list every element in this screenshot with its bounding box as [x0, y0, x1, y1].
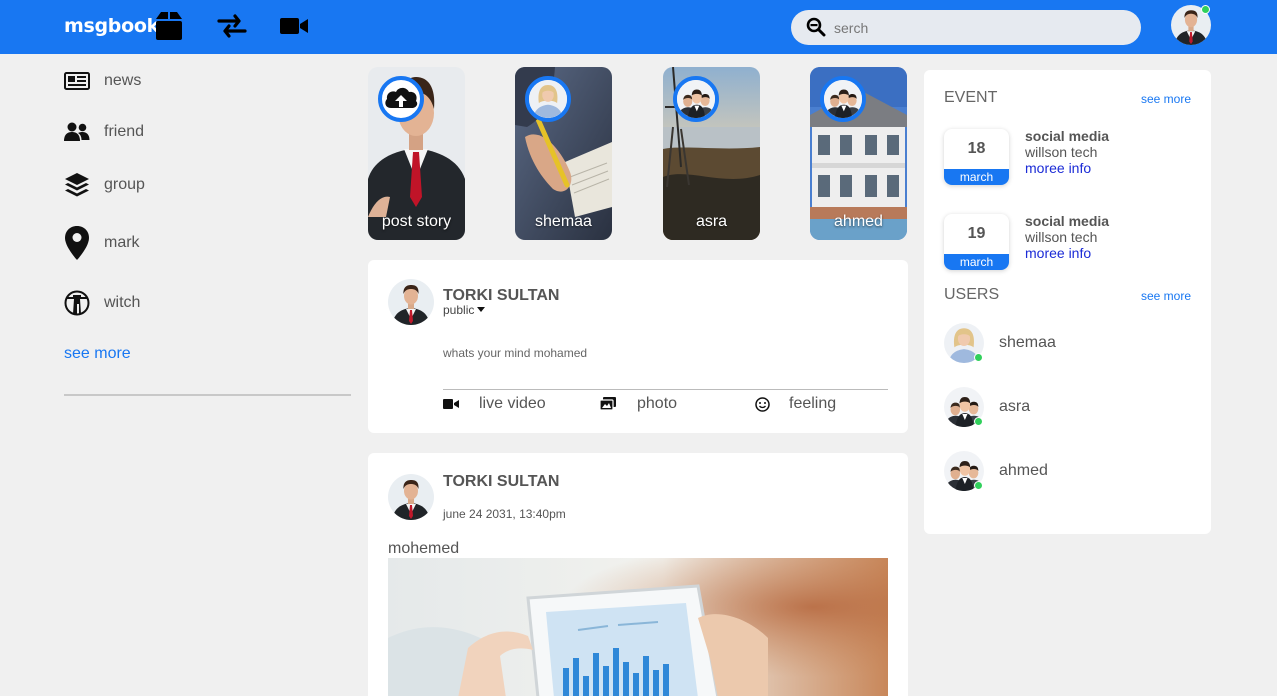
- user-name: ahmed: [999, 462, 1048, 479]
- story-label: shemaa: [535, 213, 592, 230]
- sidebar-item-news[interactable]: news: [64, 66, 141, 96]
- event-month: march: [944, 254, 1009, 270]
- story-label: asra: [695, 213, 728, 230]
- photo-button[interactable]: photo: [600, 393, 677, 415]
- event-date: 18 march: [944, 129, 1009, 185]
- post-image[interactable]: [388, 558, 888, 696]
- user-name: asra: [999, 398, 1031, 415]
- caret-down-icon: [477, 307, 486, 312]
- author-avatar[interactable]: [388, 279, 434, 325]
- sidebar-item-friend[interactable]: friend: [64, 117, 144, 147]
- event-day: 18: [967, 140, 986, 157]
- action-label: feeling: [789, 395, 837, 412]
- composer-input[interactable]: whats your mind mohamed: [443, 346, 587, 360]
- photos-icon: [600, 397, 616, 411]
- smile-icon: [755, 396, 770, 412]
- post-text: mohemed: [388, 540, 460, 557]
- action-label: live video: [479, 395, 546, 412]
- newspaper-icon: [64, 68, 90, 94]
- event-month: march: [944, 169, 1009, 185]
- swap-arrows-icon[interactable]: [217, 11, 247, 41]
- events-see-more-link[interactable]: see more: [1141, 92, 1191, 106]
- story-avatar-ring: [378, 76, 424, 122]
- event-organizer: willson tech: [1025, 229, 1098, 245]
- events-heading: EVENT: [944, 89, 998, 106]
- story-card-asra[interactable]: asra: [663, 67, 760, 240]
- audience-label: public: [443, 303, 475, 317]
- sidebar-item-label: news: [104, 72, 142, 89]
- user-item-ahmed[interactable]: ahmed: [944, 451, 1184, 491]
- user-name: shemaa: [999, 334, 1056, 351]
- post-timestamp: june 24 2031, 13:40pm: [443, 507, 566, 521]
- event-more-info-link[interactable]: moree info: [1025, 160, 1091, 176]
- lighthouse-icon: [64, 290, 90, 316]
- story-card-shemaa[interactable]: shemaa: [515, 67, 612, 240]
- post-composer-card: TORKI SULTAN public whats your mind moha…: [368, 260, 908, 433]
- online-indicator: [974, 481, 983, 490]
- user-item-asra[interactable]: asra: [944, 387, 1184, 427]
- online-indicator: [974, 353, 983, 362]
- online-indicator: [974, 417, 983, 426]
- story-avatar-ring: [820, 76, 866, 122]
- story-card-post-story[interactable]: post story: [368, 67, 465, 240]
- action-label: photo: [637, 395, 678, 412]
- online-indicator: [1201, 5, 1210, 14]
- event-date: 19 march: [944, 214, 1009, 270]
- top-navbar: msgbook: [0, 0, 1277, 54]
- story-card-ahmed[interactable]: ahmed: [810, 67, 907, 240]
- user-avatar: [824, 80, 862, 118]
- search-bar[interactable]: [791, 10, 1141, 45]
- user-avatar: [529, 80, 567, 118]
- sidebar-see-more-link[interactable]: see more: [64, 345, 131, 363]
- users-heading: USERS: [944, 286, 1000, 303]
- author-avatar[interactable]: [388, 474, 434, 520]
- author-name[interactable]: TORKI SULTAN: [443, 473, 559, 491]
- video-camera-icon[interactable]: [279, 11, 309, 41]
- users-see-more-link[interactable]: see more: [1141, 289, 1191, 303]
- story-avatar-ring: [525, 76, 571, 122]
- composer-divider: [443, 389, 888, 390]
- search-input[interactable]: [834, 18, 1124, 38]
- event-more-info-link[interactable]: moree info: [1025, 245, 1091, 261]
- search-icon[interactable]: [806, 17, 826, 37]
- cloud-upload-icon: [385, 87, 418, 108]
- audience-dropdown[interactable]: public: [443, 303, 486, 317]
- layers-icon: [64, 172, 90, 198]
- story-label: ahmed: [834, 213, 883, 230]
- post-card: TORKI SULTAN june 24 2031, 13:40pm mohem…: [368, 453, 908, 696]
- sidebar-item-group[interactable]: group: [64, 170, 145, 200]
- event-title: social media: [1025, 213, 1110, 229]
- video-camera-icon: [443, 399, 459, 409]
- sidebar-item-label: witch: [104, 294, 141, 311]
- sidebar-item-label: friend: [104, 123, 145, 140]
- event-organizer: willson tech: [1025, 144, 1098, 160]
- event-day: 19: [967, 225, 986, 242]
- live-video-button[interactable]: live video: [443, 393, 546, 415]
- user-avatar: [677, 80, 715, 118]
- box-icon[interactable]: [154, 11, 184, 41]
- users-icon: [64, 119, 90, 145]
- feeling-button[interactable]: feeling: [755, 393, 836, 415]
- app-logo[interactable]: msgbook: [64, 15, 159, 37]
- story-label: post story: [381, 213, 452, 230]
- event-title: social media: [1025, 128, 1110, 144]
- sidebar-item-mark[interactable]: mark: [64, 226, 140, 260]
- user-item-shemaa[interactable]: shemaa: [944, 323, 1184, 363]
- sidebar-item-witch[interactable]: witch: [64, 288, 140, 318]
- sidebar-item-label: group: [104, 176, 145, 193]
- story-avatar-ring: [673, 76, 719, 122]
- sidebar-divider: [64, 394, 351, 396]
- map-marker-icon: [64, 226, 90, 260]
- sidebar-item-label: mark: [104, 234, 140, 251]
